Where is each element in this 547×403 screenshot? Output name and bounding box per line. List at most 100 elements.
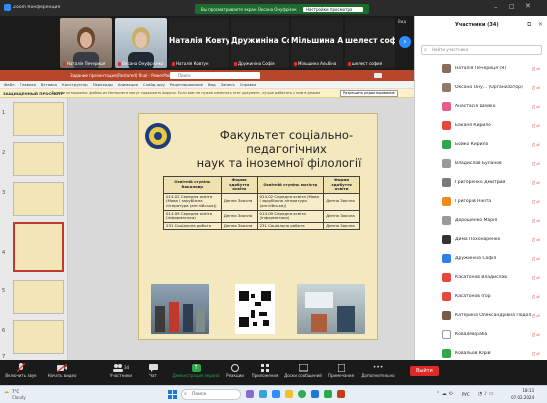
screen-share-banner: Вы просматриваете экран Оксана Онуфрієнк… [195,4,369,14]
view-options-button[interactable]: Настройки просмотра [303,6,363,12]
name-tile[interactable]: шелест софия шелест софия [345,18,395,68]
notes-label: Примечания [327,373,355,378]
protected-view-bar: ЗАЩИЩЕННЫЙ ПРОСМОТР Будьте осторожны: фа… [0,89,414,98]
participant-row[interactable]: Дима Похонаренко 🎙̸ ▭̸ [415,231,547,247]
participant-row[interactable]: Катерина Олександрівна Подол... 🎙̸ ▭̸ [415,307,547,323]
close-window-button[interactable]: ✕ [525,2,531,10]
table-row: 231 Соціальна робота Денна Заочна 231 Со… [163,221,360,231]
ribbon-tab[interactable]: Слайд-шоу [143,82,165,87]
participant-row[interactable]: Наталія Печериця (Я) 🎙̸ ▭̸ [415,60,547,76]
notes-button[interactable]: Примечания [326,362,356,378]
tile-big-name: Дружиніна Со... [231,36,289,45]
windows-start-icon[interactable] [168,390,177,399]
participant-row[interactable]: Ковальов Юрій 🎙̸ ▭̸ [415,345,547,361]
gallery-next-arrow-icon[interactable]: › [399,36,411,48]
slide-thumbnail[interactable] [13,102,64,136]
table-cell: 014.09 Середня освіта (Інформатика) [256,209,325,223]
leave-button[interactable]: Выйти [410,366,439,376]
avatar [442,82,451,92]
more-button[interactable]: ••• Дополнительно [358,362,398,378]
participant-row[interactable]: Дружиніна Софія 🎙̸ ▭̸ [415,250,547,266]
ribbon-tab[interactable]: Переходы [93,82,113,87]
participant-row[interactable]: Ковалёв/раба 🎙̸ ▭̸ [415,326,547,342]
close-panel-icon[interactable]: ✕ [538,21,543,28]
user-badge-icon[interactable] [374,73,382,78]
participant-name: Ковалёв/раба [455,331,488,337]
video-tile[interactable]: Оксана Онуфрієнко [115,18,167,68]
maximize-button[interactable]: □ [509,3,515,10]
participant-name: Григорій Нікіта [455,198,492,204]
clock-date[interactable]: 07.02.2024 [506,395,534,400]
start-video-button[interactable]: Начать видео [44,362,80,378]
share-screen-button[interactable]: ↑ Демонстрация экрана [172,362,220,378]
chat-button[interactable]: Чат [140,362,166,378]
ribbon-tab[interactable]: Запись [221,82,235,87]
chat-app-icon[interactable] [259,390,267,398]
muted-mic-icon [234,61,237,66]
muted-status-icon: 🎙̸ ▭̸ [532,274,540,280]
chrome-icon[interactable] [298,390,306,398]
system-tray-icons[interactable]: ⌃ ☁ ⟲ [436,391,453,397]
slide-thumbnail-selected[interactable] [13,222,64,272]
ribbon-tab[interactable]: Справка [240,82,257,87]
participant-row[interactable]: Дорошенко Марія 🎙̸ ▭̸ [415,212,547,228]
participant-row[interactable]: Владислав Буланов 🎙̸ ▭̸ [415,155,547,171]
ribbon-tab[interactable]: Конструктор [62,82,88,87]
name-tile[interactable]: Мільшина Аль... Мільшина Альбіна [291,18,343,68]
participant-row[interactable]: Григоренко Дмитрий 🎙̸ ▭̸ [415,174,547,190]
tile-name: Мільшина Альбіна [298,61,337,66]
muted-status-icon: 🎙̸ ▭̸ [532,160,540,166]
participant-row[interactable]: Оксана Ону... (Организатор) 🎙̸ ▭̸ [415,79,547,95]
tile-name-tag: Оксана Онуфрієнко [118,61,163,66]
search-box[interactable]: Поиск [170,72,260,79]
participants-button[interactable]: 34 Участники [105,362,137,378]
powerpoint-icon[interactable] [337,390,345,398]
participant-row[interactable]: Анастасія Шейко 🎙̸ ▭̸ [415,98,547,114]
zoom-app-icon[interactable] [272,390,280,398]
keyboard-language[interactable]: РУС [462,392,470,397]
participant-name: Касатонов Владислав [455,274,507,280]
microphone-off-icon [17,362,25,372]
enable-editing-button[interactable]: Разрешить редактирование [340,90,398,97]
participant-name: Дружиніна Софія [455,255,497,261]
participant-search-input[interactable]: Найти участника [421,45,542,55]
participant-row[interactable]: Бойко Кирило 🎙̸ ▭̸ [415,136,547,152]
thumb-number: 3 [2,190,6,196]
ribbon-tab[interactable]: Файл [4,82,15,87]
unmute-button[interactable]: Включить звук [4,362,38,378]
ribbon-tab[interactable]: Главная [20,82,36,87]
share-arrow-icon: ↑ [191,363,201,372]
slide-thumbnail[interactable] [13,280,64,314]
table-row: 014.02 Середня освіта (Мова і зарубіжна … [163,192,360,211]
taskbar-search[interactable]: Поиск [181,389,241,400]
task-view-icon[interactable] [246,390,254,398]
name-tile[interactable]: Наталія Ковтун Наталія Ковтун [169,18,229,68]
participant-row[interactable]: Касатонов Владислав 🎙̸ ▭̸ [415,269,547,285]
avatar [442,291,451,301]
participant-row[interactable]: Григорій Нікіта 🎙̸ ▭̸ [415,193,547,209]
ribbon-tab[interactable]: Рецензирование [170,82,203,87]
view-label[interactable]: Вид [398,19,406,24]
network-volume-icons[interactable]: ◔ ♪ ▭ [478,391,493,397]
popout-icon[interactable]: ⧉ [527,21,531,29]
video-tile[interactable]: Наталія Печериця [60,18,112,68]
participant-row[interactable]: Баканя Кирило 🎙̸ ▭̸ [415,117,547,133]
ribbon-tab[interactable]: Вид [208,82,216,87]
participant-row[interactable]: Касатонов Ігор 🎙̸ ▭̸ [415,288,547,304]
slide-thumbnail[interactable] [13,320,64,354]
ribbon-tab[interactable]: Вставка [41,82,57,87]
store-icon[interactable] [324,390,332,398]
name-tile[interactable]: Дружиніна Со... Дружиніна Софія [231,18,289,68]
minimize-button[interactable]: – [494,3,498,11]
muted-status-icon: 🎙̸ ▭̸ [532,312,540,318]
slide-thumbnail[interactable] [13,182,64,216]
reactions-button[interactable]: Реакции [222,362,248,378]
edge-icon[interactable] [311,390,319,398]
file-explorer-icon[interactable] [285,390,293,398]
muted-status-icon: 🎙̸ ▭̸ [532,350,540,356]
slide-thumbnail[interactable] [13,142,64,176]
whiteboards-button[interactable]: Доски сообщений [283,362,323,378]
clock-time[interactable]: 18:13 [510,388,534,393]
apps-button[interactable]: Приложения [250,362,280,378]
ribbon-tab[interactable]: Анимация [118,82,138,87]
